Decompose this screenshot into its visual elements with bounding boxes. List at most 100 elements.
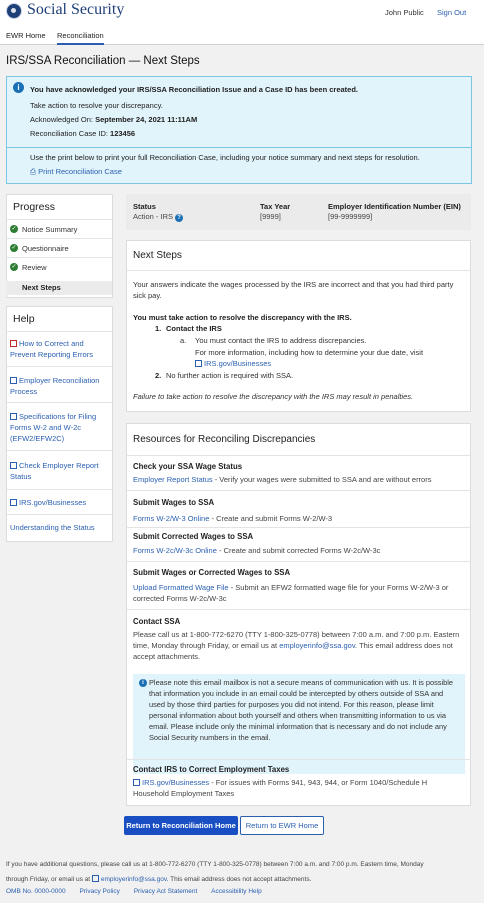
resource-corrected-wages-desc: Forms W-2c/W-3c Online - Create and subm… [133,546,381,555]
divider [126,270,471,271]
help-link-correct-errors[interactable]: How to Correct and Prevent Reporting Err… [10,338,105,360]
resource-upload-file-desc: Upload Formatted Wage File - Submit an E… [133,583,449,603]
resource-wage-status-title: Check your SSA Wage Status [133,462,243,471]
progress-step-notice-summary[interactable]: ✓ Notice Summary [10,225,77,234]
footer-email-link[interactable]: employerinfo@ssa.gov [91,875,167,883]
item2-number: 2. [155,371,162,380]
footer-line2: through Friday, or email us at employeri… [6,875,312,883]
sub-a-text: You must contact the IRS to address disc… [195,336,367,345]
divider [126,455,471,456]
printer-icon: ⎙ [30,167,36,176]
external-link-icon [10,377,17,384]
resource-upload-file-title: Submit Wages or Corrected Wages to SSA [133,568,291,577]
tax-year-label: Tax Year [260,202,291,211]
check-icon: ✓ [10,263,18,271]
privacy-act-statement-link[interactable]: Privacy Act Statement [134,888,198,895]
omb-number: OMB No. 0000-0000 [6,888,66,895]
sign-out-link[interactable]: Sign Out [437,8,466,17]
check-icon: ✓ [10,244,18,252]
contact-ssa-text: Please call us at 1-800-772-6270 (TTY 1-… [133,630,460,661]
alert-divider [7,147,471,148]
divider [6,257,112,258]
upload-formatted-wage-file-link[interactable]: Upload Formatted Wage File [133,583,229,592]
alert-title: You have acknowledged your IRS/SSA Recon… [30,85,359,94]
progress-step-review[interactable]: ✓ Review [10,263,47,272]
external-link-icon [10,499,17,506]
external-link-icon [195,360,202,367]
help-link-irs-businesses[interactable]: IRS.gov/Businesses [10,497,105,508]
contact-irs-desc: IRS.gov/Businesses - For issues with For… [133,778,428,798]
info-icon: i [139,679,147,687]
forms-w2c-w3c-online-link[interactable]: Forms W-2c/W-3c Online [133,546,217,555]
must-take-action: You must take action to resolve the disc… [133,313,352,322]
contact-irs-title: Contact IRS to Correct Employment Taxes [133,765,290,774]
return-to-ewr-home-button[interactable]: Return to EWR Home [240,816,324,835]
penalty-warning: Failure to take action to resolve the di… [133,392,414,401]
sub-a-more: For more information, including how to d… [195,348,424,357]
email-security-note-text: Please note this email mailbox is not a … [149,678,453,742]
resources-title: Resources for Reconciling Discrepancies [133,434,316,445]
next-steps-intro: Your answers indicate the wages processe… [133,280,454,300]
help-link-reconciliation-process[interactable]: Employer Reconciliation Process [10,375,105,397]
item1-number: 1. [155,324,162,333]
divider [126,527,471,528]
resource-submit-wages-title: Submit Wages to SSA [133,498,215,507]
item1-title: Contact the IRS [166,324,222,333]
help-question-icon[interactable]: ? [175,214,184,222]
item2-text: No further action is required with SSA. [166,371,294,380]
employer-email-link[interactable]: employerinfo@ssa.gov [279,641,355,650]
ein-label: Employer Identification Number (EIN) [328,202,461,211]
divider [6,514,112,515]
footer-links: OMB No. 0000-0000 Privacy Policy Privacy… [6,888,262,895]
employer-report-status-link[interactable]: Employer Report Status [133,475,213,484]
divider [6,489,112,490]
ssa-seal-icon [6,3,22,19]
user-name: John Public [385,8,424,17]
help-title: Help [13,313,35,325]
irs-businesses-link[interactable]: IRS.gov/Businesses [195,358,271,369]
return-to-reconciliation-home-button[interactable]: Return to Reconciliation Home [124,816,238,835]
page-title: IRS/SSA Reconciliation — Next Steps [6,55,200,67]
divider [126,561,471,562]
sub-a-letter: a. [180,336,187,345]
help-link-check-status[interactable]: Check Employer Report Status [10,460,105,482]
accessibility-help-link[interactable]: Accessibility Help [211,888,262,895]
print-instructions: Use the print below to print your full R… [30,153,420,162]
top-nav: EWR Home Reconciliation [0,26,484,45]
progress-step-questionnaire[interactable]: ✓ Questionnaire [10,244,69,253]
resource-submit-wages-desc: Forms W-2/W-3 Online - Create and submit… [133,514,333,523]
help-link-understanding-status[interactable]: Understanding the Status [10,522,105,533]
email-icon [91,875,99,882]
external-link-icon [10,413,17,420]
privacy-policy-link[interactable]: Privacy Policy [79,888,119,895]
next-steps-title: Next Steps [133,250,182,261]
tax-year-value: [9999] [260,212,281,221]
tab-ewr-home[interactable]: EWR Home [6,31,46,40]
contact-ssa-title: Contact SSA [133,617,181,626]
acknowledged-on: Acknowledged On: September 24, 2021 11:1… [30,115,198,124]
pdf-icon [10,340,17,347]
irs-businesses-resource-link[interactable]: IRS.gov/Businesses [133,778,209,787]
divider [6,366,112,367]
help-link-specifications[interactable]: Specifications for Filing Forms W-2 and … [10,411,105,444]
external-link-icon [133,779,140,786]
resource-wage-status-desc: Employer Report Status - Verify your wag… [133,475,432,484]
ein-value: [99-9999999] [328,212,373,221]
site-logo-text[interactable]: Social Security [27,1,124,19]
print-case-link[interactable]: ⎙ Print Reconciliation Case [30,167,122,177]
alert-action-text: Take action to resolve your discrepancy. [30,101,163,110]
progress-step-next-steps: Next Steps [22,283,61,292]
divider [126,490,471,491]
divider [6,219,112,220]
tab-reconciliation[interactable]: Reconciliation [57,31,104,45]
status-label: Status [133,202,156,211]
forms-w2-w3-online-link[interactable]: Forms W-2/W-3 Online [133,514,209,523]
progress-title: Progress [13,201,56,213]
footer-line1: If you have additional questions, please… [6,861,424,868]
resource-corrected-wages-title: Submit Corrected Wages to SSA [133,532,254,541]
divider [6,331,112,332]
info-icon: i [13,82,24,93]
site-header: Social Security John Public Sign Out [0,0,484,26]
divider [6,402,112,403]
divider [6,238,112,239]
